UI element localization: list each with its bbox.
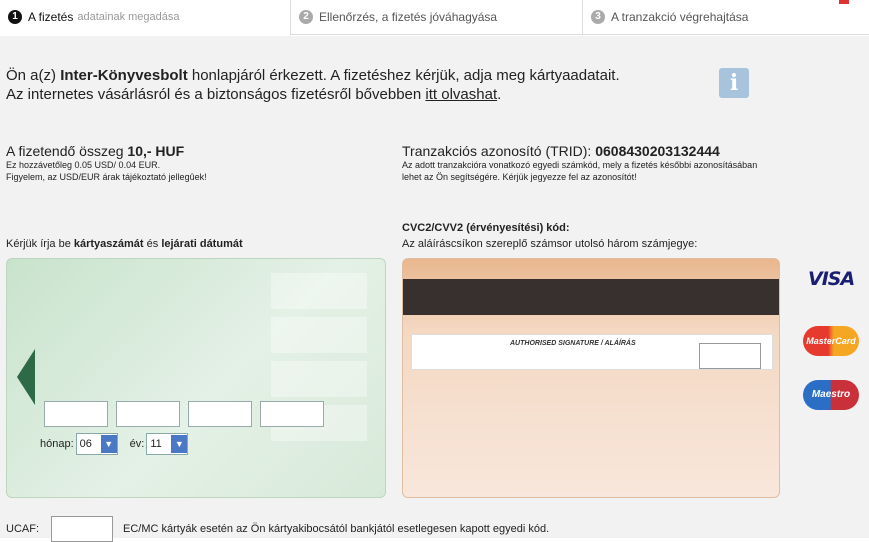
year-label: év: (129, 438, 145, 450)
info-icon[interactable]: i (719, 68, 749, 98)
corner-mark (839, 0, 849, 4)
signature-label: AUTHORISED SIGNATURE / ALÁÍRÁS (510, 340, 636, 347)
step-3-label: A tranzakció végrehajtása (611, 10, 749, 24)
amount-block: A fizetendő összeg 10,- HUF Ez hozzávető… (6, 143, 207, 183)
step-2-label: Ellenőrzés, a fizetés jóváhagyása (319, 10, 498, 24)
month-select[interactable]: 06 ▼ (75, 433, 118, 455)
payment-form: Ön a(z) Inter-Könyvesbolt honlapjáról ér… (0, 36, 869, 542)
trid-label: Tranzakciós azonosító (TRID): (402, 143, 596, 159)
card-front: hónap: 06 ▼ év: 11 ▼ (6, 258, 386, 498)
card-back: AUTHORISED SIGNATURE / ALÁÍRÁS (402, 258, 780, 498)
step-2-number: 2 (299, 10, 313, 24)
card-instruction: Kérjük írja be kártyaszámát és lejárati … (6, 238, 243, 250)
merchant-name: Inter-Könyvesbolt (60, 67, 188, 84)
trid-block: Tranzakciós azonosító (TRID): 0608430203… (402, 143, 757, 183)
step-3-number: 3 (591, 10, 605, 24)
trid-note-2: lehet az Ön segítségére. Kérjük jegyezze… (402, 172, 637, 182)
year-select[interactable]: 11 ▼ (146, 433, 189, 455)
month-value: 06 (79, 438, 92, 450)
step-1-label-rest: adatainak megadása (77, 11, 180, 23)
card-number-part-3[interactable] (188, 401, 252, 427)
cvc-input[interactable] (699, 343, 761, 369)
amount-value: 10,- HUF (127, 143, 185, 159)
chevron-down-icon: ▼ (100, 435, 117, 453)
progress-steps: 1 A fizetés adatainak megadása 2 Ellenőr… (0, 0, 869, 40)
intro-line2-start: Az internetes vásárlásról és a biztonság… (6, 86, 426, 103)
trid-note-1: Az adott tranzakcióra vonatkozó egyedi s… (402, 160, 758, 170)
step-1: 1 A fizetés adatainak megadása (0, 0, 285, 34)
signature-strip: AUTHORISED SIGNATURE / ALÁÍRÁS (411, 334, 773, 370)
step-2: 2 Ellenőrzés, a fizetés jóváhagyása (290, 0, 583, 35)
visa-logo: VISA (808, 268, 855, 290)
ucaf-note: EC/MC kártyák esetén az Ön kártyakibocsá… (123, 523, 550, 535)
card-number-part-4[interactable] (260, 401, 324, 427)
year-value: 11 (150, 438, 162, 450)
intro-line1-end: honlapjáról érkezett. A fizetéshez kérjü… (187, 67, 620, 84)
instr-b: kártyaszámát (73, 238, 144, 250)
card-number-part-1[interactable] (44, 401, 108, 427)
cvc-subtitle: Az aláíráscsíkon szereplő számsor utolsó… (402, 238, 698, 250)
month-label: hónap: (40, 438, 74, 450)
intro-text: Ön a(z) Inter-Könyvesbolt honlapjáról ér… (6, 66, 620, 104)
card-number-part-2[interactable] (116, 401, 180, 427)
ucaf-label: UCAF: (6, 523, 39, 535)
intro-line1-start: Ön a(z) (6, 67, 61, 84)
amount-note-1: Ez hozzávetőleg 0.05 USD/ 0.04 EUR. (6, 160, 161, 170)
card-arrow-icon (17, 349, 35, 405)
intro-line2-end: . (497, 86, 502, 103)
ucaf-row: UCAF: EC/MC kártyák esetén az Ön kártyak… (6, 516, 549, 542)
more-info-link[interactable]: itt olvashat (425, 86, 497, 103)
mastercard-logo: MasterCard (803, 326, 859, 356)
chevron-down-icon: ▼ (171, 435, 188, 453)
instr-a: Kérjük írja be (6, 238, 74, 250)
amount-label: A fizetendő összeg (6, 143, 128, 159)
trid-value: 0608430203132444 (595, 143, 720, 159)
step-3: 3 A tranzakció végrehajtása (582, 0, 869, 35)
expiry-row: hónap: 06 ▼ év: 11 ▼ (40, 433, 200, 455)
step-1-label: A fizetés (28, 10, 74, 24)
maestro-logo: Maestro (803, 380, 859, 410)
ucaf-input[interactable] (51, 516, 113, 542)
amount-note-2: Figyelem, az USD/EUR árak tájékoztató je… (6, 172, 207, 182)
instr-c: és (143, 238, 162, 250)
step-1-number: 1 (8, 10, 22, 24)
magnetic-stripe (403, 279, 779, 315)
cvc-title: CVC2/CVV2 (érvényesítési) kód: (402, 222, 570, 234)
instr-d: lejárati dátumát (161, 238, 243, 250)
